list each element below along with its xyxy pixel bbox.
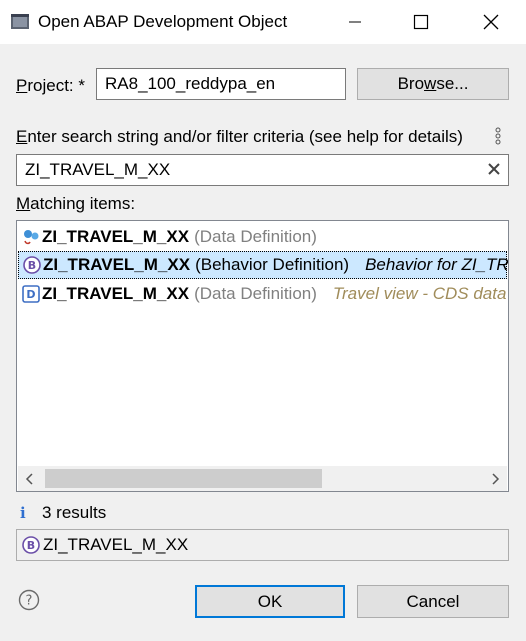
list-item[interactable]: B ZI_TRAVEL_M_XX (Behavior Definition) B… — [18, 251, 509, 279]
search-label-mnemonic: E — [16, 127, 28, 146]
search-label: Enter search string and/or filter criter… — [16, 127, 463, 147]
project-label: Project: * — [16, 76, 85, 96]
svg-text:D: D — [26, 288, 35, 301]
project-input-value: RA8_100_reddypa_en — [105, 74, 276, 93]
clear-icon[interactable] — [487, 162, 501, 176]
close-button[interactable] — [468, 0, 514, 44]
data-definition-link-icon — [24, 230, 39, 245]
ok-button[interactable]: OK — [195, 585, 345, 618]
data-definition-icon: D — [22, 285, 40, 303]
behavior-definition-icon: B — [23, 256, 41, 274]
ok-button-label: OK — [257, 591, 283, 611]
list-item[interactable]: D ZI_TRAVEL_M_XX (Data Definition) Trave… — [18, 280, 508, 308]
horizontal-scrollbar[interactable] — [18, 466, 507, 491]
selected-item-field: B ZI_TRAVEL_M_XX — [16, 529, 509, 561]
item-name: ZI_TRAVEL_M_XX — [43, 255, 191, 274]
search-input-value: ZI_TRAVEL_M_XX — [25, 160, 171, 179]
behavior-definition-icon: B — [22, 536, 40, 554]
scroll-left-button[interactable] — [18, 466, 42, 491]
matching-items-label: Matching items: — [16, 194, 135, 214]
matching-items-list[interactable]: ZI_TRAVEL_M_XX (Data Definition) B ZI_TR… — [16, 220, 509, 492]
item-name: ZI_TRAVEL_M_XX — [42, 227, 190, 246]
project-input[interactable]: RA8_100_reddypa_en — [96, 68, 346, 100]
scrollbar-thumb[interactable] — [45, 469, 322, 488]
chevron-left-icon — [25, 472, 33, 485]
app-icon — [11, 14, 29, 29]
svg-text:B: B — [28, 259, 36, 272]
minimize-icon — [349, 21, 361, 23]
title-bar: Open ABAP Development Object — [0, 0, 526, 44]
item-name: ZI_TRAVEL_M_XX — [42, 284, 190, 303]
list-item[interactable]: ZI_TRAVEL_M_XX (Data Definition) — [18, 223, 507, 251]
search-input[interactable]: ZI_TRAVEL_M_XX — [16, 154, 509, 186]
item-type: (Data Definition) — [194, 227, 317, 246]
search-label-text: nter search string and/or filter criteri… — [27, 127, 463, 146]
matching-label-mnemonic: M — [16, 194, 31, 213]
matching-label-text: atching items: — [30, 194, 136, 213]
maximize-icon — [413, 14, 429, 30]
cancel-button-label: Cancel — [406, 591, 460, 611]
close-icon — [483, 14, 499, 30]
selected-item-name: ZI_TRAVEL_M_XX — [43, 535, 189, 554]
svg-text:B: B — [27, 539, 35, 552]
maximize-button[interactable] — [398, 0, 444, 44]
scroll-right-button[interactable] — [483, 466, 507, 491]
results-count: 3 results — [42, 503, 107, 522]
cancel-button[interactable]: Cancel — [357, 585, 509, 618]
info-icon: i — [20, 504, 26, 522]
browse-button[interactable]: Bro w se... — [357, 68, 509, 100]
item-type: (Behavior Definition) — [195, 255, 350, 274]
browse-label-post: se... — [436, 74, 469, 93]
chevron-right-icon — [492, 472, 500, 485]
project-label-text: roject: * — [27, 76, 85, 95]
item-description: Behavior for ZI_TRAVEL_M_XX — [365, 255, 509, 274]
item-type: (Data Definition) — [194, 284, 317, 303]
item-description: Travel view - CDS data model — [332, 284, 508, 303]
window-title: Open ABAP Development Object — [38, 12, 288, 31]
browse-label-pre: Bro — [397, 74, 425, 93]
help-icon[interactable]: ? — [18, 589, 40, 611]
project-label-mnemonic: P — [16, 76, 28, 95]
filter-options-icon[interactable] — [493, 127, 503, 145]
browse-label-mnemonic: w — [424, 74, 437, 93]
svg-text:?: ? — [26, 594, 33, 609]
minimize-button[interactable] — [332, 0, 378, 44]
